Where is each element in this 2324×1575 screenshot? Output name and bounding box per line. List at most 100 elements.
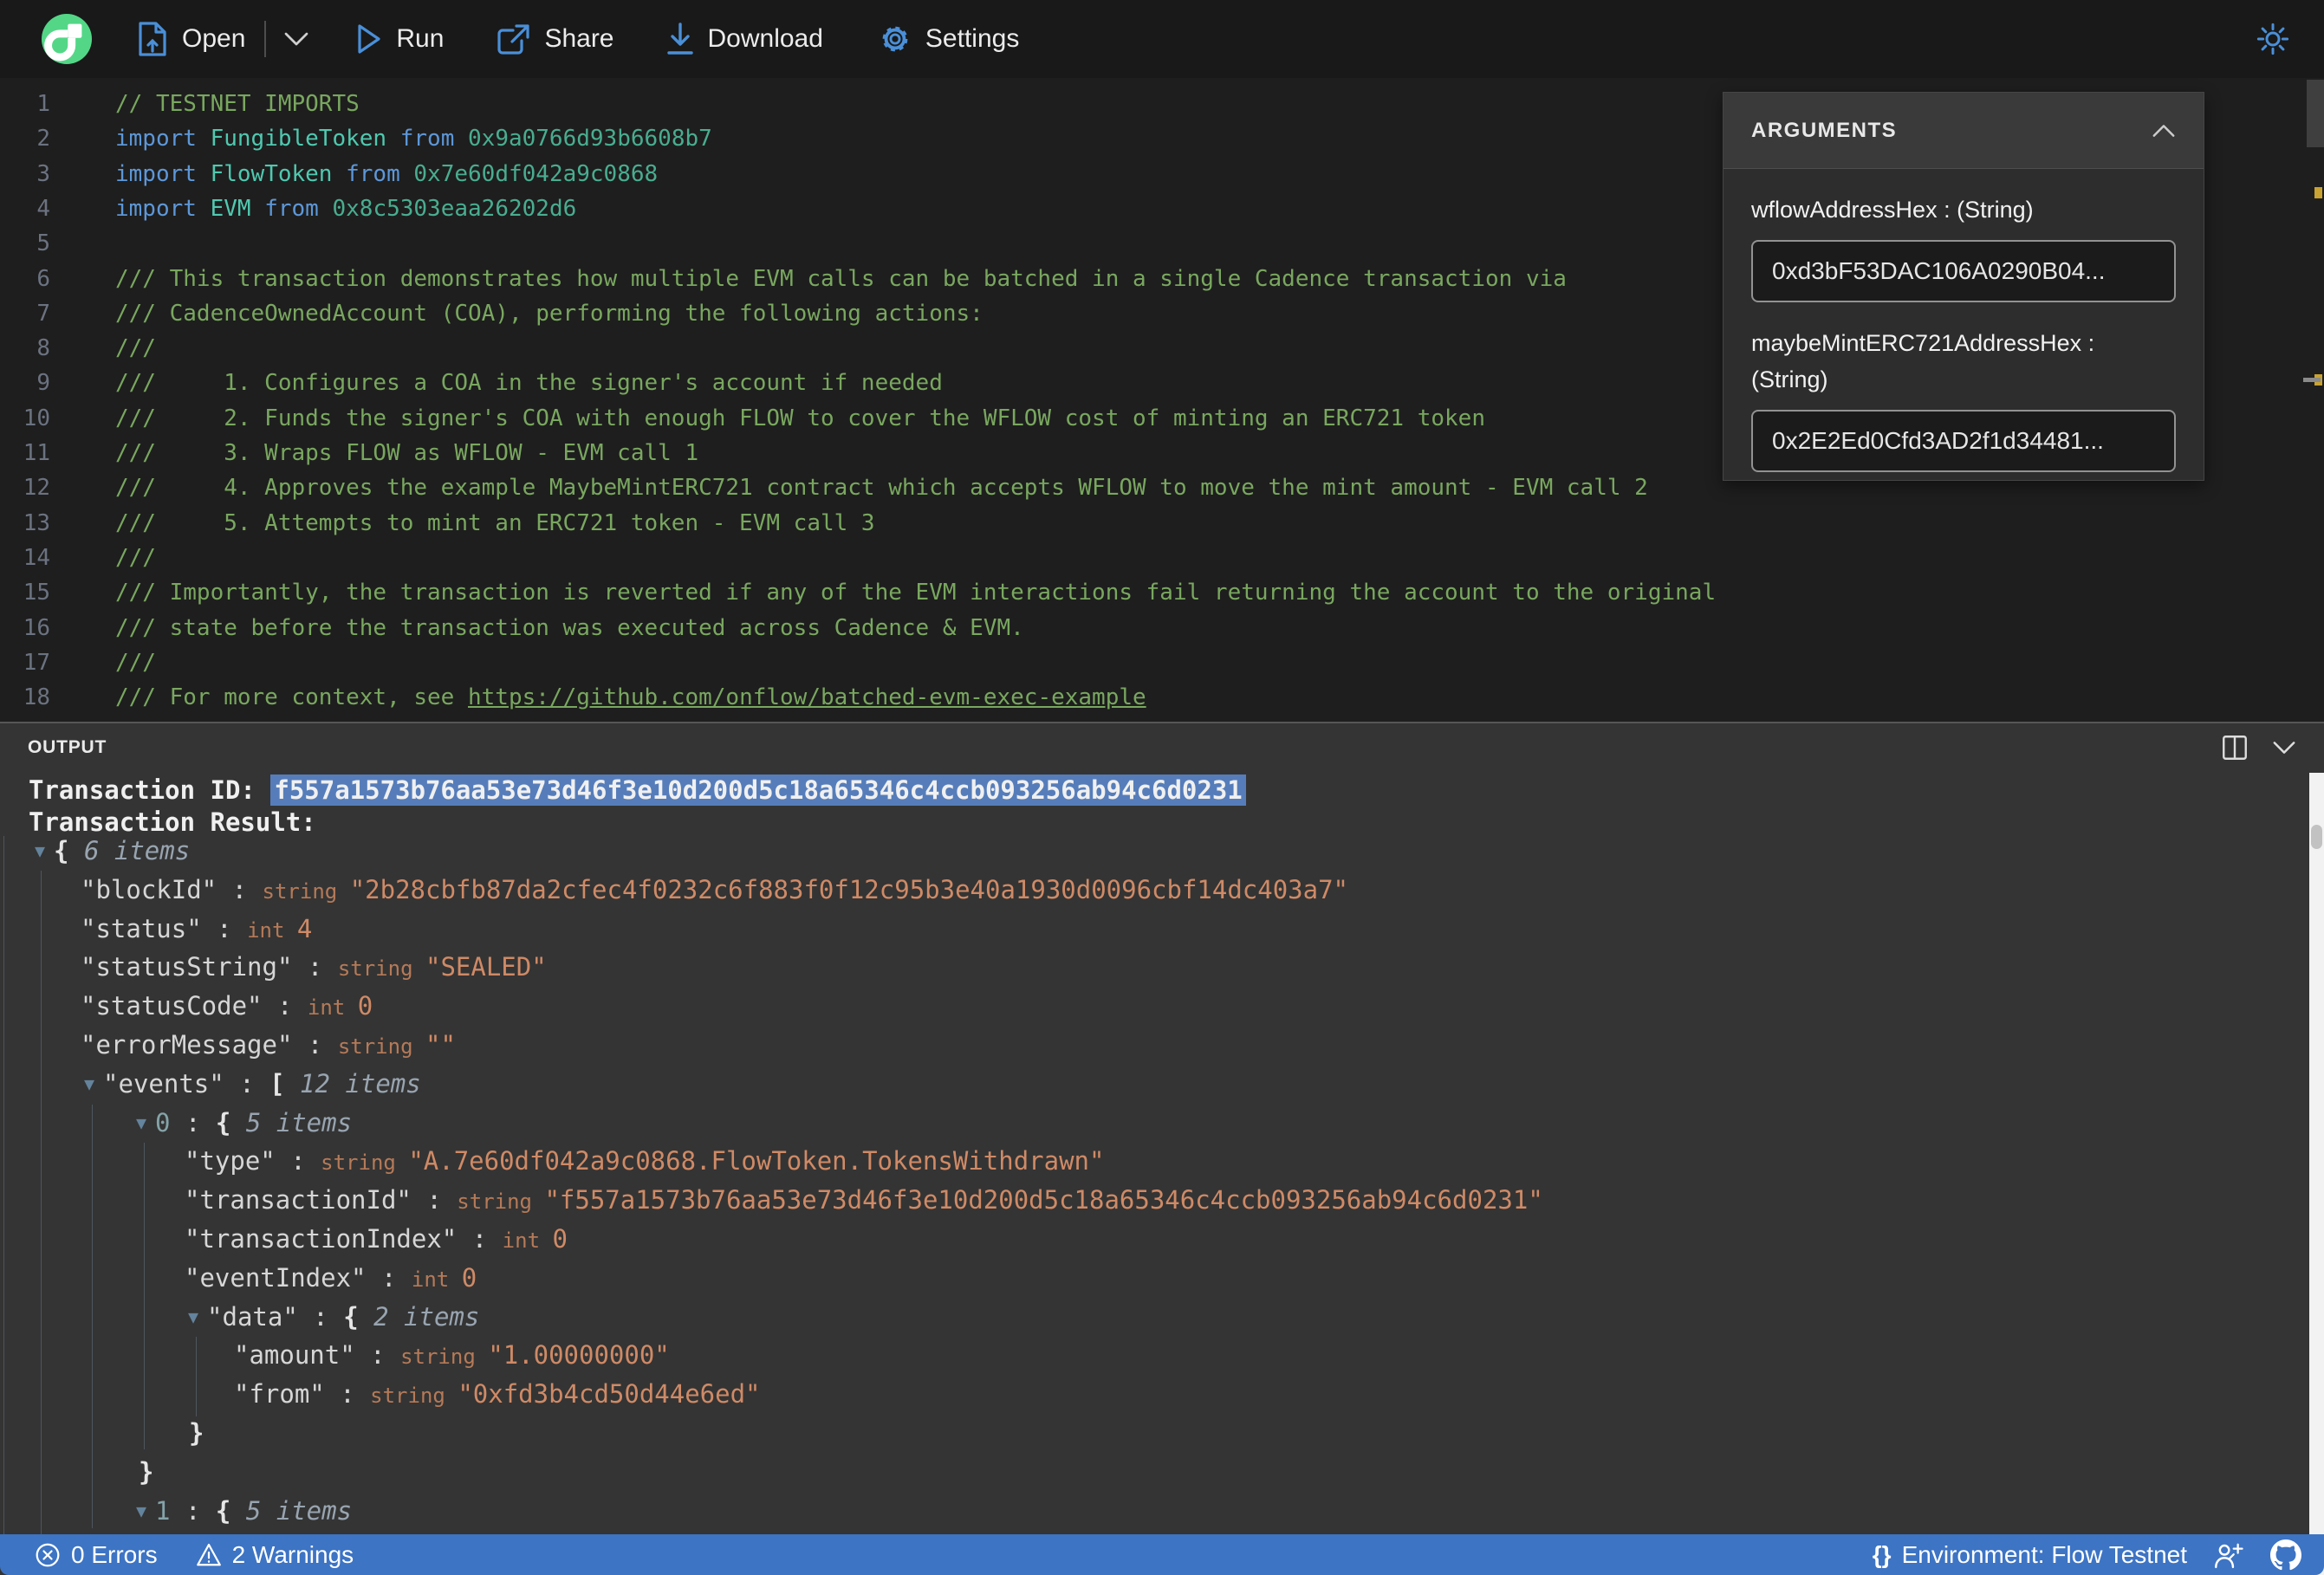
text-segment: string xyxy=(400,1345,489,1369)
collapse-output-chevron-icon[interactable] xyxy=(2272,740,2296,755)
text-segment: "statusString" xyxy=(81,952,293,982)
line-number: 6 xyxy=(36,266,50,292)
indent-guide xyxy=(41,871,42,1536)
text-segment: /// 1. Configures a COA in the signer's … xyxy=(115,370,943,396)
text-segment: /// For more context, see xyxy=(115,684,468,710)
line-number: 11 xyxy=(23,440,50,466)
wflow-address-input[interactable] xyxy=(1751,240,2176,302)
share-button[interactable]: Share xyxy=(497,23,614,55)
text-segment: 0x8c5303eaa26202d6 xyxy=(332,196,577,222)
line-number: 4 xyxy=(36,196,50,222)
text-segment: "2b28cbfb87da2cfec4f0232c6f883f0f12c95b3… xyxy=(349,875,1349,904)
theme-sun-icon[interactable] xyxy=(2255,21,2291,57)
flow-logo-icon xyxy=(42,14,92,64)
output-header: OUTPUT xyxy=(0,723,2324,772)
json-row: "statusString" : string "SEALED" xyxy=(81,948,547,986)
text-segment: /// xyxy=(115,335,156,361)
text-segment: { xyxy=(343,1302,374,1332)
arguments-panel: ARGUMENTS wflowAddressHex : (String) may… xyxy=(1723,92,2204,481)
line-number: 12 xyxy=(23,475,50,501)
code-link[interactable]: https://github.com/onflow/batched-evm-ex… xyxy=(468,684,1146,710)
text-segment: 0x9a0766d93b6608b7 xyxy=(468,126,712,152)
output-panel: OUTPUT Transaction ID: f557a1573b76aa53e… xyxy=(0,722,2324,1575)
text-segment: string xyxy=(457,1189,545,1214)
run-button[interactable]: Run xyxy=(356,23,444,55)
text-segment: : xyxy=(411,1185,458,1215)
output-scrollbar-track[interactable] xyxy=(2309,773,2324,1575)
json-row: "amount" : string "1.00000000" xyxy=(234,1336,670,1374)
settings-label: Settings xyxy=(925,24,1020,53)
output-scrollbar-thumb[interactable] xyxy=(2311,825,2322,849)
expand-toggle[interactable]: ▼ xyxy=(136,1500,146,1521)
download-button[interactable]: Download xyxy=(666,23,823,55)
arguments-panel-header[interactable]: ARGUMENTS xyxy=(1724,93,2204,169)
text-segment: /// xyxy=(115,650,156,676)
flow-runner-app: Open Run Share Download Settings 1 // TE… xyxy=(0,0,2324,1575)
text-segment: : xyxy=(366,1263,412,1293)
text-segment: 5 items xyxy=(245,1108,353,1138)
transaction-id-label: Transaction ID: xyxy=(29,775,271,805)
text-segment: import xyxy=(115,126,211,152)
transaction-id-line: Transaction ID: f557a1573b76aa53e73d46f3… xyxy=(29,773,1246,807)
text-segment: FungibleToken xyxy=(210,126,400,152)
editor-scrollbar[interactable] xyxy=(2307,80,2324,147)
errors-count: 0 Errors xyxy=(71,1540,158,1568)
toolbar-separator xyxy=(264,21,267,57)
code-line: 15 /// Importantly, the transaction is re… xyxy=(0,575,2305,610)
error-circle-icon xyxy=(36,1543,60,1566)
code-line: 16 /// state before the transaction was e… xyxy=(0,611,2305,645)
text-segment: 0 xyxy=(155,1108,171,1138)
text-segment: "" xyxy=(425,1030,456,1060)
split-panel-icon[interactable] xyxy=(2222,735,2248,761)
environment-status[interactable]: {} Environment: Flow Testnet xyxy=(1873,1541,2187,1569)
json-row: "type" : string "A.7e60df042a9c0868.Flow… xyxy=(185,1142,1104,1180)
text-segment: 1 xyxy=(155,1496,171,1526)
expand-toggle[interactable]: ▼ xyxy=(136,1112,146,1133)
text-segment: "0xfd3b4cd50d44e6ed" xyxy=(458,1379,761,1409)
json-row: "transactionId" : string "f557a1573b76aa… xyxy=(185,1181,1543,1219)
json-row: ▼ "events" : [ 12 items xyxy=(84,1065,421,1103)
line-number: 5 xyxy=(36,230,50,256)
expand-toggle[interactable]: ▼ xyxy=(35,840,45,861)
text-segment: : xyxy=(297,1302,344,1332)
share-icon xyxy=(497,24,530,55)
download-icon xyxy=(666,23,693,55)
text-segment: string xyxy=(337,1034,425,1059)
expand-toggle[interactable]: ▼ xyxy=(188,1306,198,1327)
line-number: 3 xyxy=(36,161,50,187)
text-segment: : xyxy=(201,914,248,943)
expand-toggle[interactable]: ▼ xyxy=(84,1073,94,1094)
wflow-address-label: wflowAddressHex : (String) xyxy=(1751,197,2034,223)
warning-marker xyxy=(2314,187,2322,198)
text-segment: : xyxy=(324,1379,371,1409)
maybe-mint-address-input[interactable] xyxy=(1751,410,2176,472)
json-row: "from" : string "0xfd3b4cd50d44e6ed" xyxy=(234,1375,761,1413)
line-number: 17 xyxy=(23,650,50,676)
open-file-icon xyxy=(139,22,166,56)
errors-status[interactable]: 0 Errors xyxy=(35,1541,158,1569)
chevron-up-icon[interactable] xyxy=(2152,123,2176,139)
settings-button[interactable]: Settings xyxy=(879,23,1019,55)
feedback-person-icon[interactable] xyxy=(2213,1540,2244,1570)
text-segment: /// 5. Attempts to mint an ERC721 token … xyxy=(115,510,875,536)
github-icon[interactable] xyxy=(2270,1539,2301,1571)
warnings-status[interactable]: 2 Warnings xyxy=(196,1541,354,1569)
text-segment: "data" xyxy=(207,1302,298,1332)
text-segment: "errorMessage" xyxy=(81,1030,293,1060)
maybe-mint-address-label: maybeMintERC721AddressHex : (String) xyxy=(1751,330,2095,392)
indent-guide xyxy=(196,1337,197,1416)
text-segment: 6 items xyxy=(83,836,191,865)
text-segment: "transactionIndex" xyxy=(185,1224,458,1254)
text-segment: 2 items xyxy=(373,1302,480,1332)
json-row: } xyxy=(139,1453,153,1491)
text-segment: /// 4. Approves the example MaybeMintERC… xyxy=(115,475,1648,501)
open-dropdown-chevron-icon[interactable] xyxy=(283,31,309,47)
line-number: 13 xyxy=(23,510,50,536)
text-segment: /// 2. Funds the signer's COA with enoug… xyxy=(115,405,1485,431)
text-segment: { xyxy=(54,836,84,865)
open-button[interactable]: Open xyxy=(139,22,245,56)
text-segment: "eventIndex" xyxy=(185,1263,367,1293)
text-segment: : xyxy=(224,1069,270,1099)
download-label: Download xyxy=(707,24,823,53)
json-row: ▼ "data" : { 2 items xyxy=(188,1298,479,1336)
